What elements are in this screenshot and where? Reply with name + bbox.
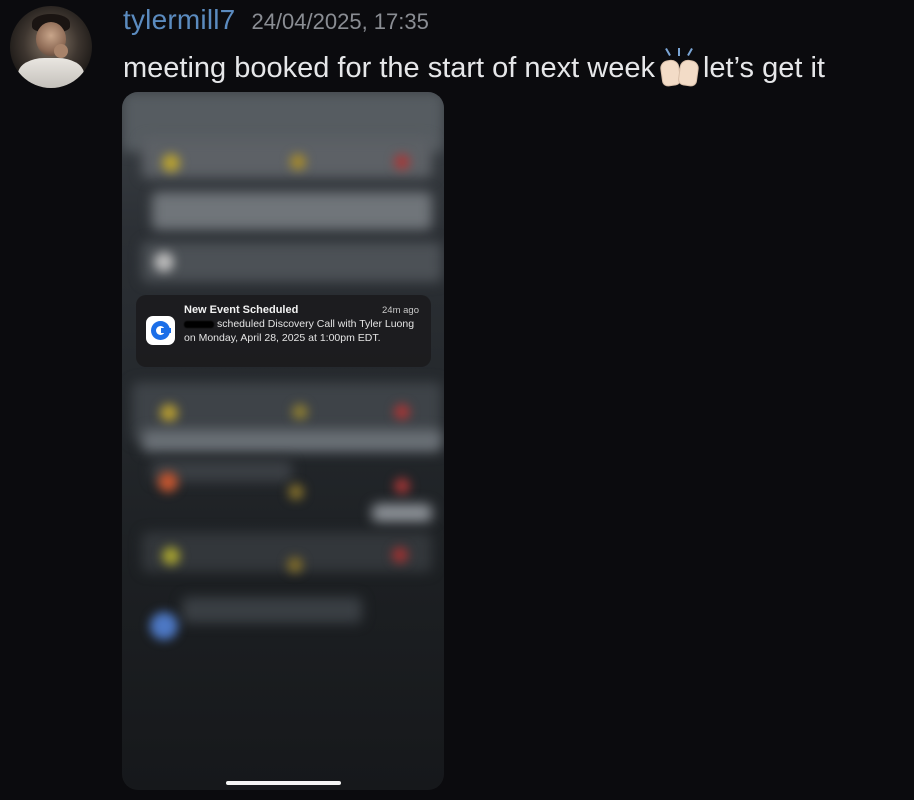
blurred-row — [142, 138, 432, 178]
blurred-icon — [288, 484, 304, 500]
calendly-logo — [151, 321, 171, 340]
emoji-ray — [665, 48, 671, 56]
notification-time: 24m ago — [382, 305, 419, 316]
avatar-shirt — [18, 58, 84, 88]
message-text-end: let’s get it — [702, 51, 825, 84]
blurred-icon — [290, 154, 306, 170]
chat-message: tylermill7 24/04/2025, 17:35 meeting boo… — [0, 0, 914, 800]
image-attachment[interactable]: New Event Scheduled 24m ago scheduled Di… — [122, 92, 444, 790]
blurred-row — [152, 192, 432, 230]
notification-title: New Event Scheduled — [184, 304, 299, 316]
blurred-icon — [394, 478, 410, 494]
emoji-ray — [687, 48, 693, 56]
blurred-icon — [394, 154, 410, 170]
blurred-row — [142, 430, 442, 452]
blurred-row — [182, 597, 362, 623]
blurred-icon — [287, 557, 303, 573]
blurred-row — [372, 504, 432, 522]
message-text-start: meeting booked for the start of next wee… — [123, 51, 655, 84]
message-header: tylermill7 24/04/2025, 17:35 — [123, 4, 429, 44]
message-timestamp: 24/04/2025, 17:35 — [251, 9, 429, 34]
emoji-right-hand — [677, 58, 700, 88]
redacted-name — [184, 320, 214, 328]
emoji-ray — [677, 48, 680, 56]
message-text: meeting booked for the start of next wee… — [123, 48, 825, 88]
blurred-row — [142, 242, 442, 282]
blurred-icon — [150, 612, 178, 640]
notification-body-text: scheduled Discovery Call with Tyler Luon… — [184, 318, 415, 344]
notification-banner[interactable]: New Event Scheduled 24m ago scheduled Di… — [136, 295, 431, 367]
blurred-icon — [392, 547, 408, 563]
calendly-icon — [146, 316, 175, 345]
blurred-icon — [162, 547, 180, 565]
blurred-icon — [158, 472, 178, 492]
blurred-icon — [292, 404, 308, 420]
blurred-icon — [160, 404, 178, 422]
blurred-icon — [154, 252, 174, 272]
notification-body: scheduled Discovery Call with Tyler Luon… — [184, 318, 420, 345]
blurred-icon — [394, 404, 410, 420]
home-indicator — [226, 781, 341, 785]
blurred-icon — [162, 154, 180, 172]
user-avatar[interactable] — [10, 6, 92, 88]
avatar-hand — [54, 44, 68, 58]
raising-hands-emoji — [657, 48, 701, 88]
username[interactable]: tylermill7 — [123, 4, 235, 36]
